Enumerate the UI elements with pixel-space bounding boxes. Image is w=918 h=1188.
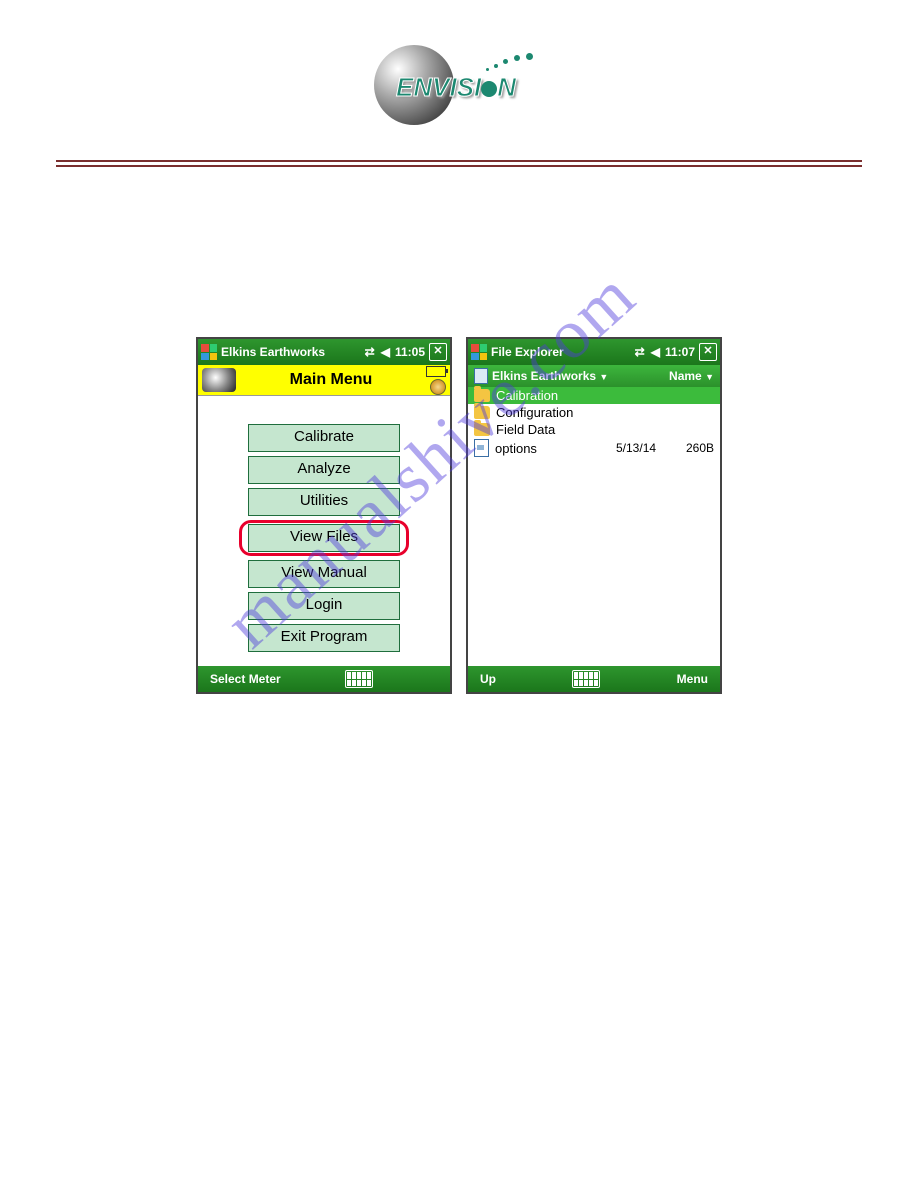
titlebar-app-name: Elkins Earthworks [221, 345, 325, 359]
titlebar: File Explorer ⇄ ◀︎ 11:07 ✕ [468, 339, 720, 365]
connectivity-icon[interactable]: ⇄ [634, 345, 646, 359]
softkey-up[interactable]: Up [480, 672, 496, 686]
softkey-menu[interactable]: Menu [677, 672, 708, 686]
start-icon[interactable] [471, 344, 487, 360]
analyze-button[interactable]: Analyze [248, 456, 400, 484]
folder-icon [474, 423, 490, 436]
highlight-ring: View Files [239, 520, 409, 556]
folder-calibration[interactable]: Calibration [468, 387, 720, 404]
logo-text-pre: ENVISI [396, 72, 481, 102]
file-icon [474, 439, 489, 457]
file-list: Calibration Configuration Field Data opt… [468, 387, 720, 666]
utilities-button[interactable]: Utilities [248, 488, 400, 516]
app-header: Main Menu [198, 365, 450, 396]
start-icon[interactable] [201, 344, 217, 360]
envision-logo: ENVISI N [0, 0, 918, 135]
location-bar: Elkins Earthworks ▼ Name ▼ [468, 365, 720, 387]
titlebar: Elkins Earthworks ⇄ ◀︎ 11:05 ✕ [198, 339, 450, 365]
file-name: options [495, 441, 610, 456]
file-name: Calibration [496, 388, 714, 403]
close-icon[interactable]: ✕ [699, 343, 717, 361]
close-icon[interactable]: ✕ [429, 343, 447, 361]
clock: 11:07 [665, 345, 695, 359]
titlebar-app-name: File Explorer [491, 345, 564, 359]
app-logo-icon [202, 368, 236, 392]
file-name: Configuration [496, 405, 714, 420]
file-date: 5/13/14 [616, 441, 672, 455]
keyboard-icon[interactable] [345, 670, 373, 688]
divider [56, 160, 862, 167]
logo-text-post: N [497, 72, 516, 102]
chevron-down-icon: ▼ [705, 372, 714, 382]
folder-field-data[interactable]: Field Data [468, 421, 720, 438]
page-title: Main Menu [242, 371, 420, 389]
calibrate-button[interactable]: Calibrate [248, 424, 400, 452]
device-main-menu: Elkins Earthworks ⇄ ◀︎ 11:05 ✕ Main Menu… [196, 337, 452, 694]
folder-icon [474, 406, 490, 419]
path-dropdown[interactable]: Elkins Earthworks ▼ [492, 369, 608, 383]
exit-program-button[interactable]: Exit Program [248, 624, 400, 652]
location-icon [474, 368, 488, 384]
volume-icon[interactable]: ◀︎ [650, 345, 661, 359]
device-file-explorer: File Explorer ⇄ ◀︎ 11:07 ✕ Elkins Earthw… [466, 337, 722, 694]
connectivity-icon[interactable]: ⇄ [364, 345, 376, 359]
folder-configuration[interactable]: Configuration [468, 404, 720, 421]
battery-icon [426, 366, 446, 377]
softkey-left[interactable]: Select Meter [210, 672, 281, 686]
file-options[interactable]: options 5/13/14 260B [468, 438, 720, 458]
chevron-down-icon: ▼ [599, 372, 608, 382]
file-name: Field Data [496, 422, 714, 437]
view-files-button[interactable]: View Files [248, 524, 400, 552]
view-manual-button[interactable]: View Manual [248, 560, 400, 588]
file-size: 260B [678, 441, 714, 455]
folder-icon [474, 389, 490, 402]
clock: 11:05 [395, 345, 425, 359]
logo-dot-icon [481, 81, 497, 97]
login-button[interactable]: Login [248, 592, 400, 620]
globe-small-icon [430, 379, 446, 395]
keyboard-icon[interactable] [572, 670, 600, 688]
softkey-bar: Up Menu [468, 666, 720, 692]
volume-icon[interactable]: ◀︎ [380, 345, 391, 359]
sort-dropdown[interactable]: Name ▼ [669, 369, 714, 383]
softkey-bar: Select Meter [198, 666, 450, 692]
